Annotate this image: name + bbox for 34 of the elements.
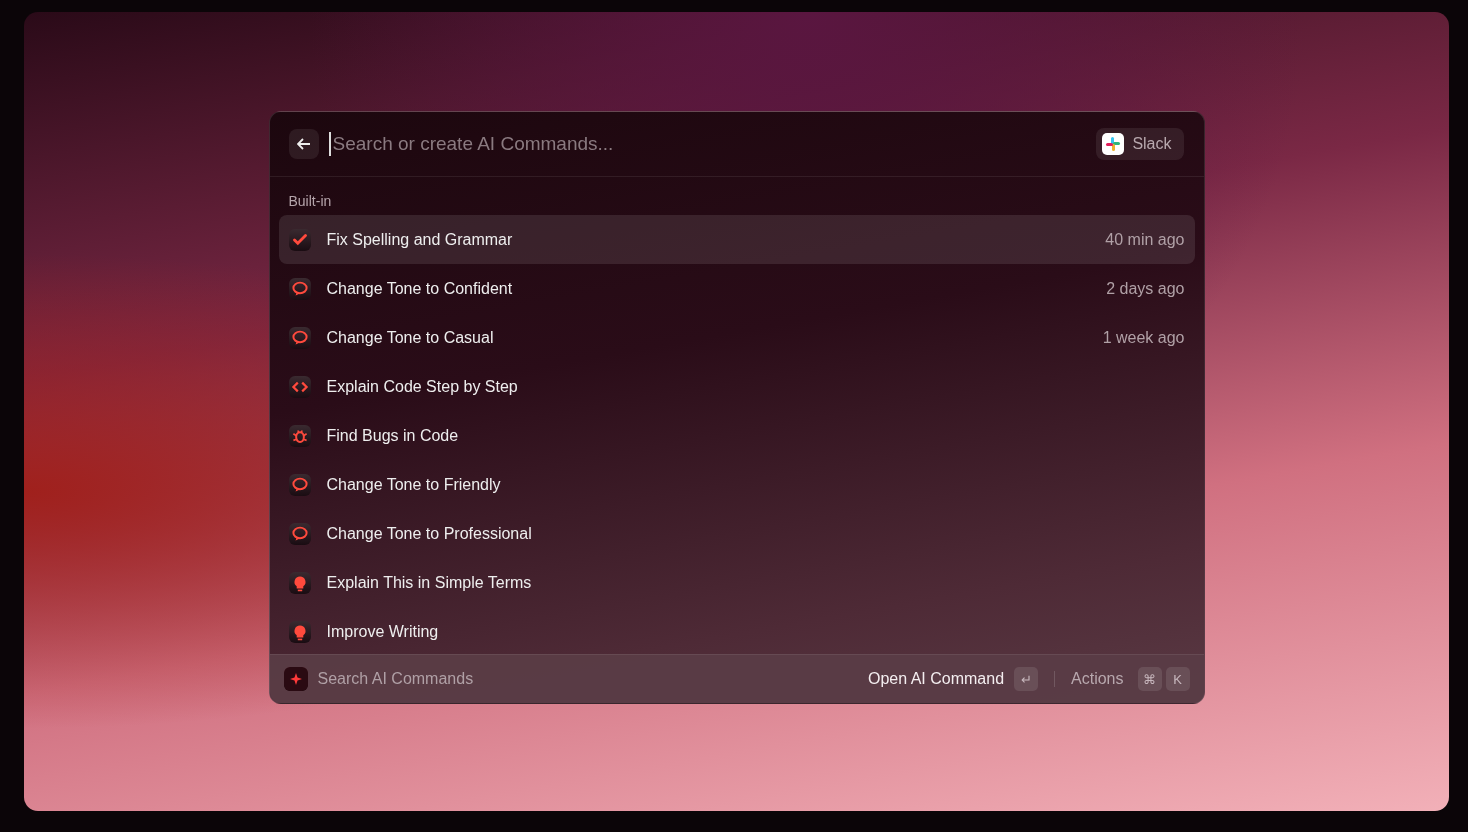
speech-bubble-icon	[288, 326, 311, 349]
app-logo-icon	[1102, 133, 1125, 155]
lightbulb-icon	[288, 620, 311, 643]
checkmark-icon	[288, 228, 311, 251]
command-item[interactable]: Change Tone to Friendly	[278, 460, 1195, 509]
command-item[interactable]: Change Tone to Confident 2 days ago	[278, 264, 1195, 313]
command-item[interactable]: Change Tone to Professional	[278, 509, 1195, 558]
footer-title: Search AI Commands	[317, 670, 475, 688]
command-item[interactable]: Explain This in Simple Terms	[278, 558, 1195, 607]
lightbulb-icon	[288, 571, 311, 594]
shortcut-key: ⌘	[1137, 667, 1162, 691]
speech-bubble-icon	[288, 277, 311, 300]
back-arrow-icon	[296, 138, 311, 150]
command-item[interactable]: Change Tone to Casual 1 week ago	[278, 313, 1195, 362]
shortcut-key: K	[1165, 667, 1190, 691]
bug-icon	[288, 424, 311, 447]
open-command-button[interactable]: Open AI Command	[867, 670, 1005, 688]
back-button[interactable]	[288, 129, 319, 159]
speech-bubble-icon	[288, 522, 311, 545]
section-heading: Built-in	[287, 192, 333, 211]
speech-bubble-icon	[288, 473, 311, 496]
command-item[interactable]: Explain Code Step by Step	[278, 362, 1195, 411]
code-brackets-icon	[288, 375, 311, 398]
last-used-time: 1 week ago	[1102, 328, 1185, 347]
sparkle-icon	[283, 667, 308, 691]
search-field[interactable]: Search or create AI Commands...	[328, 132, 1087, 156]
command-item[interactable]: Fix Spelling and Grammar 40 min ago	[278, 215, 1195, 264]
actions-button[interactable]: Actions	[1071, 670, 1124, 688]
app-chip[interactable]: Slack	[1096, 128, 1184, 160]
command-item[interactable]: Improve Writing	[278, 607, 1195, 654]
command-item[interactable]: Find Bugs in Code	[278, 411, 1195, 460]
enter-key: ↵	[1014, 667, 1039, 691]
last-used-time: 40 min ago	[1105, 230, 1185, 249]
last-used-time: 2 days ago	[1106, 279, 1185, 298]
